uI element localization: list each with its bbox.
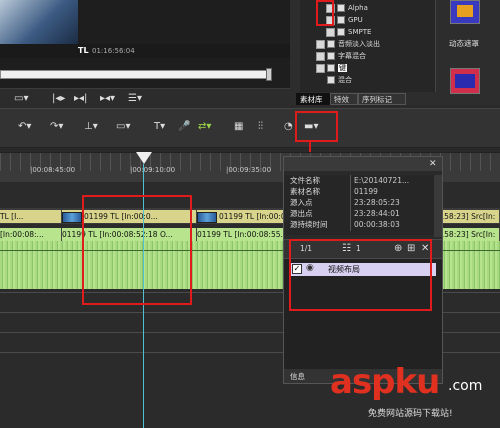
preview-timecode: 01:16:56:04 bbox=[92, 47, 135, 55]
highlight-layout-list bbox=[289, 239, 432, 311]
add-cut-icon[interactable]: ⊥▾ bbox=[84, 121, 98, 133]
audio-clip[interactable]: ...58:23] Src[In: bbox=[437, 228, 500, 241]
info-row: 源出点 23:28:44:01 bbox=[284, 208, 434, 219]
highlight-clip-region bbox=[82, 195, 192, 305]
tree-item-label: 音频淡入淡出 bbox=[338, 40, 380, 48]
clip-label: 01199 TL [In:00:08:55... bbox=[219, 212, 286, 221]
info-panel-titlebar[interactable]: ✕ bbox=[284, 157, 442, 171]
tab-info[interactable]: 信息 bbox=[290, 371, 305, 382]
ruler-label: |00:09:10:00 bbox=[130, 166, 176, 174]
tree-item-title-mix[interactable]: 字幕混合 bbox=[316, 50, 366, 62]
preview-timecode-bar: TL 01:16:56:04 bbox=[0, 44, 290, 58]
watermark: aspku .com 免费网站源码下载站! bbox=[330, 360, 500, 428]
tl-label: TL bbox=[78, 46, 89, 55]
clock-icon[interactable]: ◔ bbox=[284, 121, 293, 133]
audio-clip[interactable]: [In:00:08:... bbox=[0, 228, 62, 241]
effect-thumb-inner bbox=[455, 74, 475, 88]
info-row: 源持续时间 00:00:38:03 bbox=[284, 219, 434, 230]
clip-thumbnail bbox=[62, 211, 82, 223]
info-key: 源出点 bbox=[290, 209, 313, 218]
audio-waveform bbox=[437, 241, 500, 289]
clip-label: ...58:23] Src[In: bbox=[437, 230, 496, 239]
tree-item-label: 混合 bbox=[338, 76, 352, 84]
tab-sequence-markers[interactable]: 序列标记 bbox=[358, 93, 406, 105]
effect-thumb-bottom[interactable] bbox=[450, 68, 480, 94]
close-icon[interactable]: ✕ bbox=[429, 158, 437, 170]
info-key: 源持续时间 bbox=[290, 220, 328, 229]
mixer-icon[interactable]: ⫶⫶ bbox=[258, 121, 263, 133]
timeline-toolbar: ↶▾ ↷▾ ⊥▾ ▭▾ T▾ 🎤 ⇄▾ ▦ ⫶⫶ ◔ ▬▾ bbox=[0, 108, 500, 148]
info-value: 01199 bbox=[354, 187, 378, 196]
watermark-tld: .com bbox=[448, 378, 483, 394]
microphone-icon[interactable]: 🎤 bbox=[178, 121, 190, 133]
ruler-label: |00:08:45:00 bbox=[30, 166, 76, 174]
highlight-layout-button bbox=[295, 111, 338, 142]
effect-thumb-top[interactable] bbox=[450, 0, 480, 24]
preview-scrub-bar[interactable] bbox=[0, 70, 270, 79]
tree-item-label: Alpha bbox=[348, 4, 368, 12]
timeline-clip[interactable]: ...58:23] Src[In: bbox=[437, 210, 500, 223]
tree-item-label: SMPTE bbox=[348, 28, 372, 36]
timeline-clip[interactable]: 01199 TL [In:00:08:55... bbox=[197, 210, 287, 223]
tab-clip-library[interactable]: 素材库 bbox=[296, 93, 330, 105]
tree-item-label: GPU bbox=[348, 16, 363, 24]
effect-thumb-inner bbox=[457, 5, 473, 17]
info-scrollbar[interactable] bbox=[434, 175, 442, 237]
info-table: 文件名称 E:\20140721... 素材名称 01199 源入点 23:28… bbox=[284, 175, 434, 235]
set-in-point-icon[interactable]: |◂▸ bbox=[52, 93, 65, 105]
sync-icon[interactable]: ⇄▾ bbox=[198, 121, 211, 133]
preview-scrub-handle[interactable] bbox=[266, 68, 272, 81]
clip-label: ...58:23] Src[In: bbox=[437, 212, 496, 221]
info-value: E:\20140721... bbox=[354, 176, 410, 185]
playhead-marker[interactable] bbox=[136, 152, 152, 164]
title-icon[interactable]: T▾ bbox=[154, 121, 165, 133]
audio-clip[interactable]: 01199 TL [In:00:08:55... bbox=[197, 228, 287, 241]
info-key: 文件名称 bbox=[290, 176, 320, 185]
effect-preview-label: 动态遮罩 bbox=[449, 39, 479, 48]
tree-item-blend[interactable]: 混合 bbox=[316, 74, 352, 86]
tree-item-label: 字幕混合 bbox=[338, 52, 366, 60]
info-value: 00:00:38:03 bbox=[354, 220, 400, 229]
clip-label: 01199 TL [In:00:08:55... bbox=[197, 230, 287, 239]
info-column-divider bbox=[350, 175, 351, 231]
highlight-effect-thumbnail bbox=[316, 0, 334, 26]
set-out-point-icon[interactable]: ▸◂| bbox=[74, 93, 87, 105]
clip-thumbnail bbox=[197, 211, 217, 223]
clip-label: TL [I... bbox=[0, 212, 24, 221]
info-row: 文件名称 E:\20140721... bbox=[284, 175, 434, 186]
monitor-icon[interactable]: ▭▾ bbox=[14, 93, 28, 105]
info-value: 23:28:05:23 bbox=[354, 198, 400, 207]
tree-item-label: 键 bbox=[338, 64, 347, 72]
clip-icon[interactable]: ▭▾ bbox=[116, 121, 130, 133]
info-key: 源入点 bbox=[290, 198, 313, 207]
preview-controls: ▭▾ |◂▸ ▸◂| ▸◂▾ ☰▾ bbox=[0, 88, 290, 109]
tree-item-audio-fade[interactable]: 音频淡入淡出 bbox=[316, 38, 380, 50]
preview-video-frame bbox=[0, 0, 78, 44]
tree-item-smpte[interactable]: SMPTE bbox=[326, 26, 371, 38]
timeline-clip[interactable]: TL [I... bbox=[0, 210, 62, 223]
grid-icon[interactable]: ▦ bbox=[234, 121, 243, 133]
clip-label: [In:00:08:... bbox=[0, 230, 44, 239]
tab-effects[interactable]: 特效 bbox=[330, 93, 358, 105]
ruler-label: |00:09:35:00 bbox=[226, 166, 272, 174]
play-range-icon[interactable]: ▸◂▾ bbox=[100, 93, 115, 105]
info-key: 素材名称 bbox=[290, 187, 320, 196]
watermark-sub: 免费网站源码下载站! bbox=[368, 409, 453, 419]
info-row: 素材名称 01199 bbox=[284, 186, 434, 197]
info-value: 23:28:44:01 bbox=[354, 209, 400, 218]
tree-item-key[interactable]: 键 bbox=[316, 62, 347, 74]
undo-icon[interactable]: ↶▾ bbox=[18, 121, 31, 133]
info-row: 源入点 23:28:05:23 bbox=[284, 197, 434, 208]
redo-icon[interactable]: ↷▾ bbox=[50, 121, 63, 133]
watermark-main: aspku bbox=[330, 362, 440, 402]
options-icon[interactable]: ☰▾ bbox=[128, 93, 142, 105]
